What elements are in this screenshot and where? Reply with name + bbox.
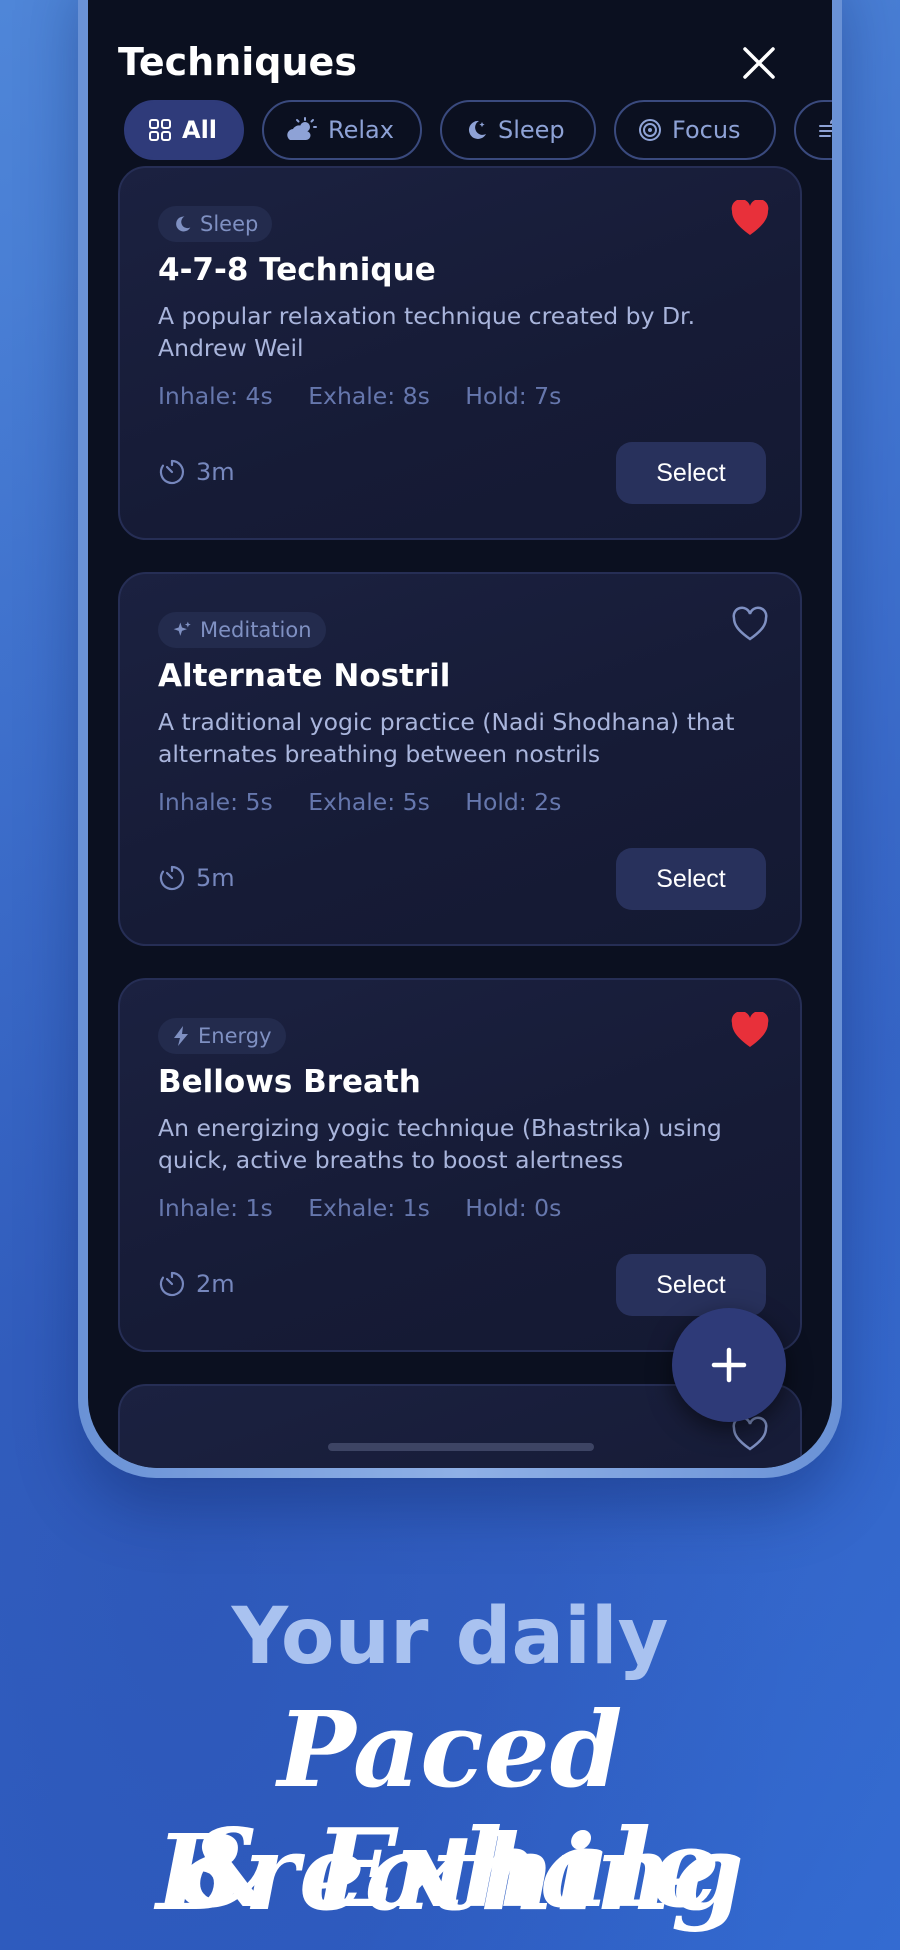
technique-card[interactable]: Sleep 4-7-8 Technique A popular relaxati… <box>118 166 802 540</box>
select-button[interactable]: Select <box>616 1254 766 1316</box>
add-technique-button[interactable] <box>672 1308 786 1422</box>
technique-card[interactable]: Energy Bellows Breath An energizing yogi… <box>118 978 802 1352</box>
exhale-time: Exhale: 1s <box>308 1194 430 1222</box>
home-indicator <box>328 1443 594 1451</box>
technique-title: 4-7-8 Technique <box>158 252 436 288</box>
marketing-tagline: Your daily <box>231 1592 669 1682</box>
filter-breath[interactable] <box>794 100 832 160</box>
technique-title: Bellows Breath <box>158 1064 421 1100</box>
select-button[interactable]: Select <box>616 848 766 910</box>
close-button[interactable] <box>740 44 778 82</box>
page-title: Techniques <box>118 40 357 84</box>
hold-time: Hold: 0s <box>465 1194 562 1222</box>
category-tag-label: Energy <box>198 1024 272 1048</box>
exhale-time: Exhale: 8s <box>308 382 430 410</box>
hold-time: Hold: 2s <box>465 788 562 816</box>
filter-sleep-label: Sleep <box>498 116 565 144</box>
duration-label: 5m <box>196 864 235 892</box>
technique-title: Alternate Nostril <box>158 658 451 694</box>
duration-label: 3m <box>196 458 235 486</box>
breath-timings: Inhale: 5s Exhale: 5s Hold: 2s <box>158 788 589 816</box>
favorite-button[interactable] <box>730 1416 770 1454</box>
category-tag: Energy <box>158 1018 286 1054</box>
close-icon <box>743 47 775 79</box>
timer-icon <box>159 865 184 891</box>
app-screen: Techniques All Relax Sleep Focus Sleep 4… <box>88 0 832 1468</box>
filter-all[interactable]: All <box>124 100 244 160</box>
bolt-icon <box>174 1026 188 1046</box>
marketing-headline-line2: & Exhale <box>179 1806 721 1932</box>
technique-description: An energizing yogic technique (Bhastrika… <box>158 1114 722 1174</box>
cloud-sun-icon <box>287 117 317 140</box>
inhale-time: Inhale: 4s <box>158 382 273 410</box>
wind-icon <box>819 119 832 137</box>
filter-relax[interactable]: Relax <box>262 100 422 160</box>
duration: 2m <box>158 1270 235 1298</box>
heart-filled-icon <box>731 199 769 235</box>
category-tag: Meditation <box>158 612 326 648</box>
favorite-button[interactable] <box>730 1011 770 1050</box>
duration: 5m <box>158 864 235 892</box>
target-icon <box>639 119 661 141</box>
filter-relax-label: Relax <box>328 116 394 144</box>
heart-filled-icon <box>731 1011 769 1047</box>
hold-time: Hold: 7s <box>465 382 562 410</box>
category-tag: Sleep <box>158 206 273 242</box>
heart-outline-icon <box>732 1416 768 1451</box>
plus-icon <box>711 1347 747 1383</box>
moon-icon <box>176 216 191 232</box>
breath-timings: Inhale: 1s Exhale: 1s Hold: 0s <box>158 1194 589 1222</box>
filter-focus-label: Focus <box>672 116 741 144</box>
timer-icon <box>159 1271 184 1297</box>
heart-outline-icon <box>732 606 768 641</box>
duration: 3m <box>158 458 235 486</box>
timer-icon <box>159 459 184 485</box>
technique-description: A traditional yogic practice (Nadi Shodh… <box>158 708 735 768</box>
inhale-time: Inhale: 5s <box>158 788 273 816</box>
technique-card[interactable]: Meditation Alternate Nostril A tradition… <box>118 572 802 946</box>
filter-sleep[interactable]: Sleep <box>440 100 596 160</box>
select-button[interactable]: Select <box>616 442 766 504</box>
exhale-time: Exhale: 5s <box>308 788 430 816</box>
technique-description: A popular relaxation technique created b… <box>158 302 696 362</box>
sparkle-icon <box>173 621 191 636</box>
breath-timings: Inhale: 4s Exhale: 8s Hold: 7s <box>158 382 589 410</box>
filter-all-label: All <box>182 116 218 144</box>
moon-icon <box>468 120 486 139</box>
grid-icon <box>149 119 171 141</box>
favorite-button[interactable] <box>730 606 770 644</box>
category-tag-label: Meditation <box>200 618 312 642</box>
category-tag-label: Sleep <box>200 212 259 236</box>
inhale-time: Inhale: 1s <box>158 1194 273 1222</box>
filter-focus[interactable]: Focus <box>614 100 776 160</box>
favorite-button[interactable] <box>730 199 770 238</box>
duration-label: 2m <box>196 1270 235 1298</box>
